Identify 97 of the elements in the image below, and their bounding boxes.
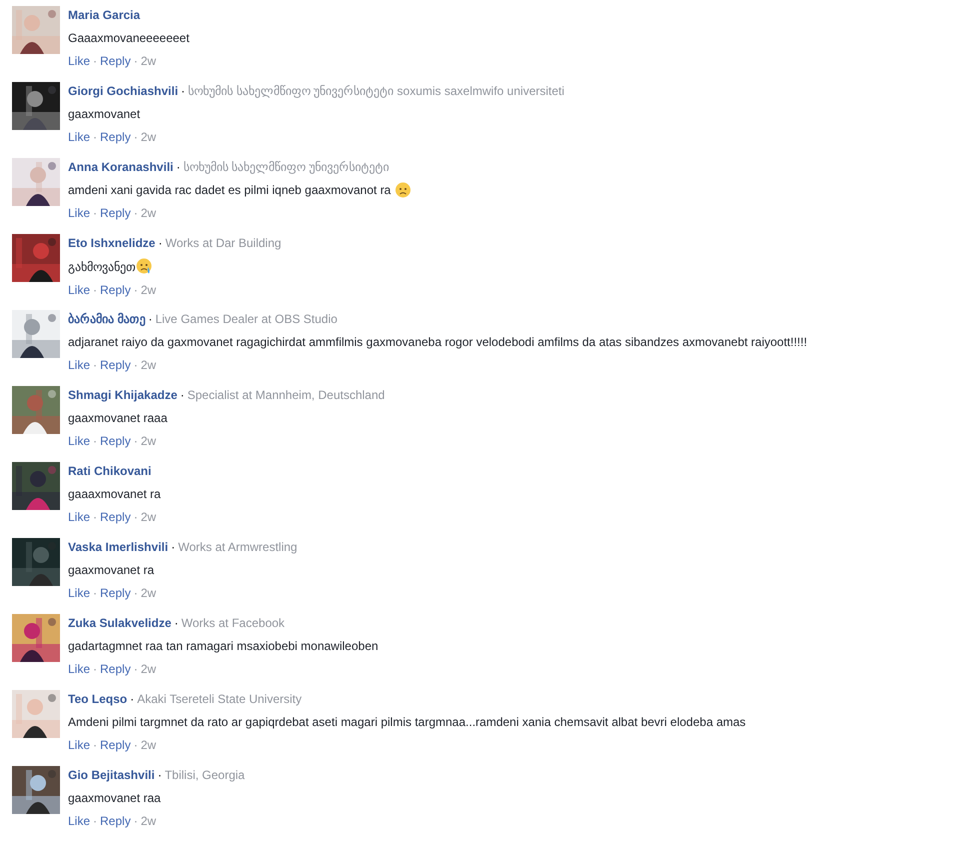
reply-link[interactable]: Reply [100, 206, 131, 220]
comment-text: adjaranet raiyo da gaxmovanet ragagichirdat ammfilmis gaxmovaneba rogor velodebodi amfilms da atas sibandzes axmovanebt raiyoott!!!!! [68, 334, 808, 350]
commenter-info: Akaki Tsereteli State University [137, 692, 302, 706]
reply-link[interactable]: Reply [100, 662, 131, 676]
separator-dot: · [93, 434, 98, 448]
separator-dot: · [134, 434, 138, 448]
separator-dot: · [93, 283, 98, 297]
comment-text: gaaaxmovanet ra [68, 486, 161, 502]
separator-dot: · [134, 586, 138, 600]
like-link[interactable]: Like [68, 130, 90, 144]
separator-dot: · [93, 130, 98, 144]
like-link[interactable]: Like [68, 510, 90, 524]
separator-dot: · [134, 510, 138, 524]
reply-link[interactable]: Reply [100, 358, 131, 372]
separator-dot: · [181, 84, 186, 98]
commenter-name[interactable]: Rati Chikovani [68, 464, 152, 478]
like-link[interactable]: Like [68, 434, 90, 448]
like-link[interactable]: Like [68, 662, 90, 676]
separator-dot: · [180, 388, 184, 402]
reply-link[interactable]: Reply [100, 510, 131, 524]
commenter-info: Works at Facebook [181, 616, 285, 630]
comment-time: 2w [140, 54, 156, 68]
separator-dot: · [93, 738, 98, 752]
comment-time: 2w [140, 358, 156, 372]
commenter-info: Works at Armwrestling [178, 540, 298, 554]
separator-dot: · [134, 283, 138, 297]
separator-dot: · [93, 586, 98, 600]
separator-dot: · [171, 540, 176, 554]
reply-link[interactable]: Reply [100, 130, 131, 144]
reply-link[interactable]: Reply [100, 434, 131, 448]
commenter-info: სოხუმის სახელმწიფო უნივერსიტეტი [183, 160, 390, 174]
commenter-name[interactable]: Zuka Sulakvelidze [68, 616, 172, 630]
commenter-name[interactable]: Teo Leqso [68, 692, 128, 706]
comment-text: gadartagmnet raa tan ramagari msaxiobebi monawileoben [68, 638, 378, 654]
separator-dot: · [93, 814, 98, 828]
comment-text: გახმოვანეთ [68, 258, 136, 274]
comment-time: 2w [140, 283, 156, 297]
comment-text: gaaxmovanet ra [68, 562, 154, 578]
comment-time: 2w [140, 586, 156, 600]
commenter-name[interactable]: Gio Bejitashvili [68, 768, 155, 782]
crying-face-icon [136, 258, 153, 275]
separator-dot: · [174, 616, 178, 630]
commenter-name[interactable]: Shmagi Khijakadze [68, 388, 178, 402]
reply-link[interactable]: Reply [100, 283, 131, 297]
separator-dot: · [148, 312, 152, 326]
separator-dot: · [93, 358, 98, 372]
separator-dot: · [158, 236, 162, 250]
separator-dot: · [134, 814, 138, 828]
like-link[interactable]: Like [68, 814, 90, 828]
comment-time: 2w [140, 130, 156, 144]
comment-text: gaaxmovanet raa [68, 790, 161, 806]
like-link[interactable]: Like [68, 358, 90, 372]
like-link[interactable]: Like [68, 738, 90, 752]
comment-time: 2w [140, 510, 156, 524]
separator-dot: · [93, 662, 98, 676]
worried-face-icon [394, 182, 411, 198]
separator-dot: · [130, 692, 134, 706]
commenter-name[interactable]: Vaska Imerlishvili [68, 540, 168, 554]
commenter-info: სოხუმის სახელმწიფო უნივერსიტეტი soxumis saxelmwifo universiteti [188, 84, 564, 98]
commenter-name[interactable]: Giorgi Gochiashvili [68, 84, 178, 98]
comment-time: 2w [140, 662, 156, 676]
comment-text: Gaaaxmovaneeeeeeet [68, 30, 190, 46]
commenter-name[interactable]: Anna Koranashvili [68, 160, 174, 174]
comment-time: 2w [140, 814, 156, 828]
separator-dot: · [134, 130, 138, 144]
commenter-info: Live Games Dealer at OBS Studio [155, 312, 338, 326]
like-link[interactable]: Like [68, 283, 90, 297]
commenter-name[interactable]: Eto Ishxnelidze [68, 236, 156, 250]
separator-dot: · [134, 662, 138, 676]
comment-text: gaaxmovanet raaa [68, 410, 168, 426]
separator-dot: · [176, 160, 180, 174]
separator-dot: · [93, 54, 98, 68]
separator-dot: · [134, 206, 138, 220]
comment-text: amdeni xani gavida rac dadet es pilmi iqneb gaaxmovanot ra [68, 182, 391, 198]
reply-link[interactable]: Reply [100, 586, 131, 600]
separator-dot: · [134, 738, 138, 752]
separator-dot: · [93, 206, 98, 220]
like-link[interactable]: Like [68, 586, 90, 600]
reply-link[interactable]: Reply [100, 54, 131, 68]
commenter-name[interactable]: ბარამია მათე [68, 312, 146, 326]
comment-time: 2w [140, 738, 156, 752]
commenter-info: Specialist at Mannheim, Deutschland [187, 388, 385, 402]
separator-dot: · [134, 358, 138, 372]
reply-link[interactable]: Reply [100, 738, 131, 752]
separator-dot: · [158, 768, 162, 782]
commenter-name[interactable]: Maria Garcia [68, 8, 140, 22]
separator-dot: · [93, 510, 98, 524]
comment-time: 2w [140, 434, 156, 448]
comment-text: gaaxmovanet [68, 106, 140, 122]
like-link[interactable]: Like [68, 206, 90, 220]
separator-dot: · [134, 54, 138, 68]
comment-text: Amdeni pilmi targmnet da rato ar gapiqrdebat aseti magari pilmis targmnaa...ramdeni xania chemsavit albat bevri elodeba amas [68, 714, 746, 730]
commenter-info: Works at Dar Building [165, 236, 282, 250]
comment-time: 2w [140, 206, 156, 220]
like-link[interactable]: Like [68, 54, 90, 68]
commenter-info: Tbilisi, Georgia [164, 768, 245, 782]
reply-link[interactable]: Reply [100, 814, 131, 828]
